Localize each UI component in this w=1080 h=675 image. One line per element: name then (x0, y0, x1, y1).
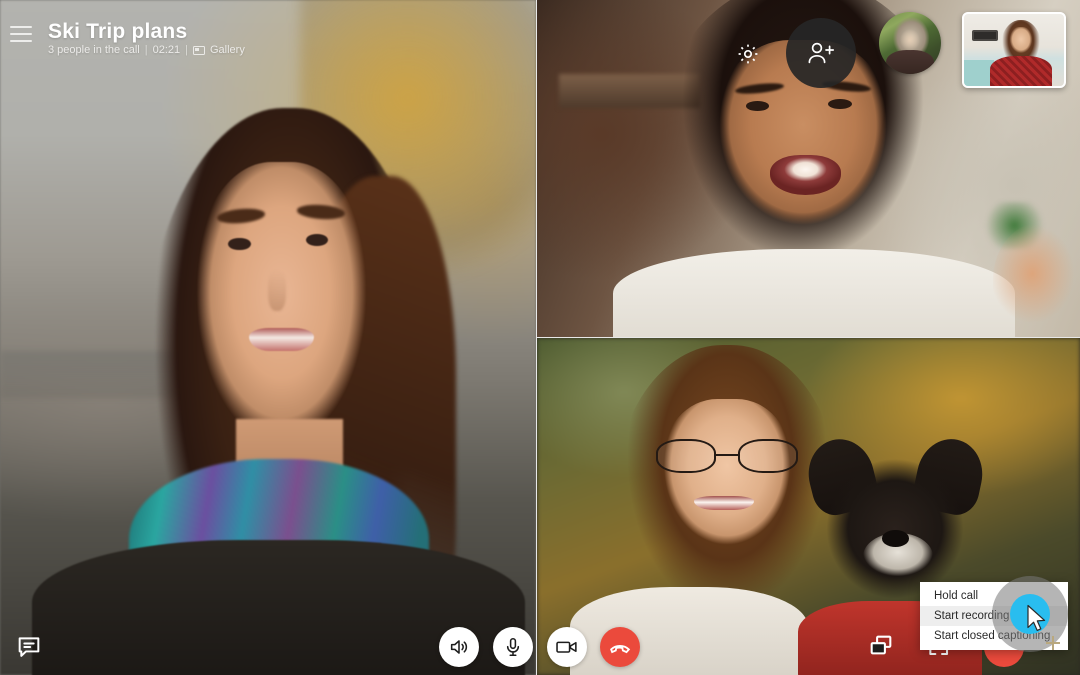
gear-icon[interactable] (736, 42, 760, 66)
avatar-face (897, 28, 923, 53)
participant-top-hand (993, 222, 1080, 337)
screen-share-icon[interactable] (868, 633, 894, 659)
meta-separator-1: | (144, 44, 148, 56)
gallery-icon (192, 45, 205, 55)
menu-item-start-recording[interactable]: Start recording (920, 606, 1068, 626)
view-mode-label[interactable]: Gallery (210, 44, 245, 56)
microphone-icon[interactable] (493, 627, 533, 667)
video-camera-icon[interactable] (547, 627, 587, 667)
call-duration: 02:21 (152, 44, 181, 56)
add-person-icon[interactable] (786, 18, 856, 88)
meta-separator-2: | (185, 44, 188, 56)
eyeglasses-icon (656, 439, 798, 473)
speaker-icon[interactable] (439, 627, 479, 667)
participant-count: 3 people in the call (48, 44, 140, 56)
self-view-picture-frame (972, 29, 998, 42)
call-meta: 3 people in the call | 02:21 | Gallery (48, 44, 245, 56)
speaker-nose (268, 270, 287, 311)
participant-thumb-avatar[interactable] (879, 12, 941, 74)
speaker-eye-left (228, 237, 251, 251)
self-view-sweater (990, 55, 1052, 86)
chat-bubble-icon[interactable] (15, 633, 43, 661)
end-call-icon[interactable] (600, 627, 640, 667)
speaker-mouth (249, 328, 314, 351)
main-speaker-panel[interactable] (0, 0, 536, 675)
self-view-tile[interactable] (962, 12, 1066, 88)
menu-item-start-closed-captioning[interactable]: Start closed captioning (920, 626, 1068, 646)
participant-bottom-mouth (694, 496, 755, 510)
panel-divider-horizontal (537, 337, 1080, 338)
context-menu[interactable]: Hold call Start recording Start closed c… (920, 582, 1068, 650)
participant-bottom-garment (569, 587, 809, 675)
hamburger-icon[interactable] (10, 26, 32, 42)
participant-top-garment (613, 249, 1015, 337)
video-call-window: Ski Trip plans 3 people in the call | 02… (0, 0, 1080, 675)
page-title: Ski Trip plans (48, 20, 188, 43)
menu-item-hold-call[interactable]: Hold call (920, 586, 1068, 606)
avatar-body (886, 50, 934, 74)
participant-bottom-face (661, 398, 793, 547)
